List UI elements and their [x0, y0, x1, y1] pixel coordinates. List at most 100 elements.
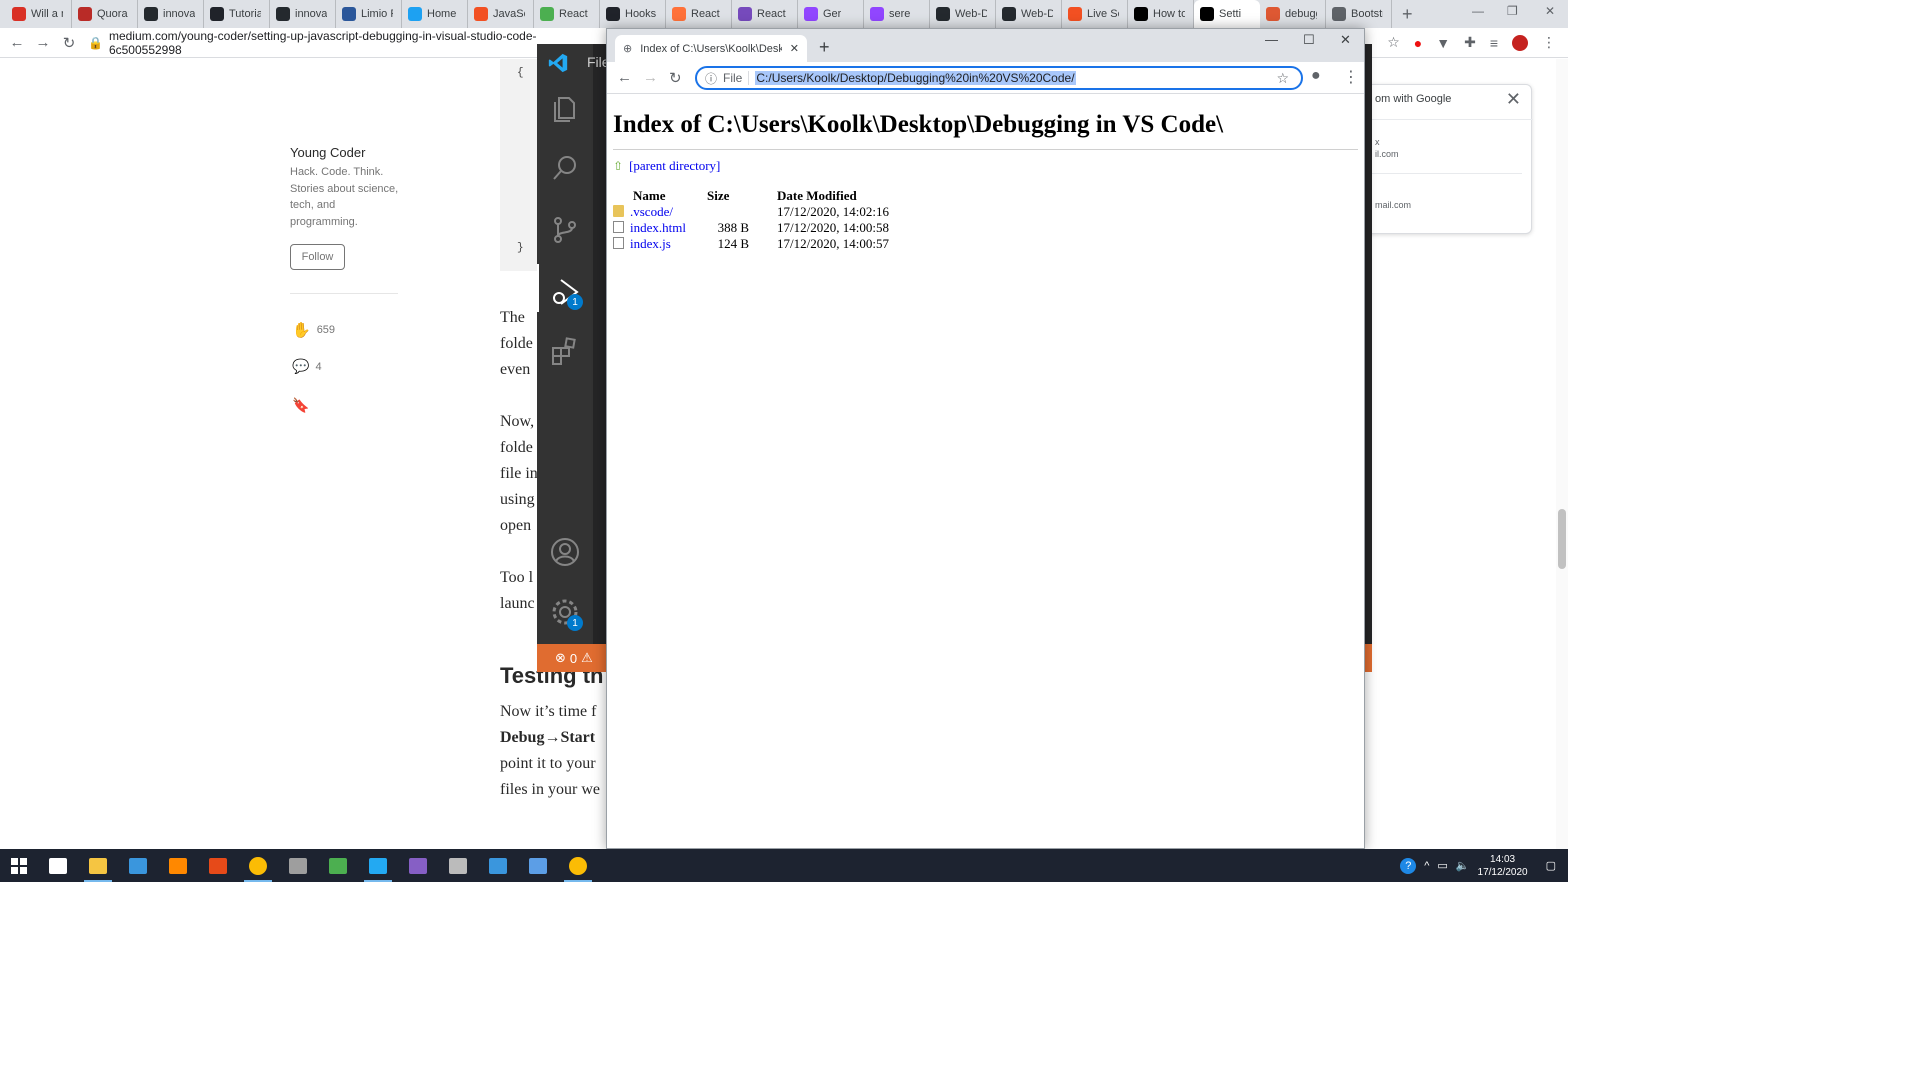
page-scrollbar-thumb[interactable]	[1558, 509, 1566, 569]
file-link[interactable]: index.js	[630, 236, 671, 251]
close-tab-icon[interactable]: ✕	[790, 42, 799, 55]
browser-tab[interactable]: Quora	[72, 0, 138, 28]
new-tab-icon[interactable]: +	[1392, 4, 1423, 25]
column-size[interactable]: Size	[707, 188, 777, 204]
browser-tab[interactable]: Web-D	[930, 0, 996, 28]
forward-icon[interactable]: →	[643, 69, 658, 86]
reading-list-icon[interactable]: ≡	[1490, 35, 1498, 51]
url-text[interactable]: C:/Users/Koolk/Desktop/Debugging%20in%20…	[755, 71, 1076, 85]
taskbar-app[interactable]	[438, 849, 478, 882]
profile-avatar[interactable]	[1512, 34, 1528, 51]
start-button[interactable]	[0, 849, 38, 882]
back-icon[interactable]: ←	[617, 69, 632, 86]
bookmark-button[interactable]: 🔖	[292, 397, 309, 414]
taskbar-app[interactable]	[78, 849, 118, 882]
browser-tab[interactable]: React R	[666, 0, 732, 28]
vivaldi-icon[interactable]: ▼	[1436, 35, 1450, 51]
new-tab-icon[interactable]: +	[819, 37, 830, 58]
browser-tab[interactable]: Tutorial	[204, 0, 270, 28]
taskbar-app[interactable]	[318, 849, 358, 882]
browser-tab[interactable]: Setti	[1194, 0, 1260, 28]
account-email[interactable]: il.com	[1375, 149, 1399, 159]
browser-tab[interactable]: JavaScr	[468, 0, 534, 28]
browser-tab[interactable]: Live Se	[1062, 0, 1128, 28]
taskbar-app[interactable]	[358, 849, 398, 882]
taskbar-app[interactable]	[518, 849, 558, 882]
taskbar-app[interactable]	[398, 849, 438, 882]
parent-directory-link[interactable]: ⇧ [parent directory]	[613, 158, 1358, 174]
comment-button[interactable]: 💬 4	[292, 358, 322, 375]
close-window-icon[interactable]: ✕	[1545, 4, 1555, 18]
file-link[interactable]: .vscode/	[630, 204, 673, 219]
browser-tab[interactable]: How to	[1128, 0, 1194, 28]
account-name[interactable]: x	[1375, 137, 1380, 147]
back-address-bar[interactable]: 🔒 medium.com/young-coder/setting-up-java…	[88, 29, 608, 57]
activity-bar: 1 1	[537, 44, 593, 644]
menu-icon[interactable]: ⋮	[1542, 34, 1556, 51]
account-email-2[interactable]: mail.com	[1375, 200, 1411, 210]
browser-tab[interactable]: Limio P	[336, 0, 402, 28]
browser-tab[interactable]: innovat	[138, 0, 204, 28]
extensions-icon[interactable]: ✚	[1464, 34, 1476, 51]
taskbar-app[interactable]	[158, 849, 198, 882]
taskbar-app[interactable]	[38, 849, 78, 882]
browser-tab[interactable]: debugg	[1260, 0, 1326, 28]
close-window-icon[interactable]: ✕	[1340, 32, 1351, 48]
maximize-icon[interactable]: ☐	[1303, 32, 1315, 48]
error-icon[interactable]: ⊗	[555, 650, 566, 666]
taskbar-app[interactable]	[478, 849, 518, 882]
browser-tab[interactable]: sere	[864, 0, 930, 28]
page-scrollbar[interactable]	[1556, 59, 1568, 849]
notifications-icon[interactable]: ▢	[1546, 859, 1556, 872]
back-icon[interactable]: ←	[4, 34, 30, 51]
reload-icon[interactable]: ↻	[669, 69, 682, 87]
browser-tab[interactable]: React C	[534, 0, 600, 28]
restore-icon[interactable]: ❐	[1507, 4, 1518, 18]
profile-icon[interactable]: ●	[1311, 67, 1321, 85]
explorer-icon[interactable]	[549, 92, 581, 124]
bookmark-star-icon[interactable]: ☆	[1276, 70, 1289, 87]
error-count[interactable]: 0	[570, 651, 577, 666]
taskbar-app[interactable]	[558, 849, 598, 882]
battery-icon[interactable]: ▭	[1437, 859, 1447, 872]
address-bar[interactable]: ⓘ File C:/Users/Koolk/Desktop/Debugging%…	[695, 66, 1303, 90]
browser-tab[interactable]: Home /	[402, 0, 468, 28]
browser-tab[interactable]: Ger	[798, 0, 864, 28]
minimize-icon[interactable]: —	[1472, 4, 1484, 18]
taskbar-app[interactable]	[198, 849, 238, 882]
browser-tab[interactable]: Hooks	[600, 0, 666, 28]
browser-tab[interactable]: React R	[732, 0, 798, 28]
reload-icon[interactable]: ↻	[56, 34, 82, 52]
browser-tab[interactable]: Will a n	[6, 0, 72, 28]
chevron-up-icon[interactable]: ^	[1424, 860, 1429, 872]
column-date[interactable]: Date Modified	[777, 188, 897, 204]
bookmark-star-icon[interactable]: ☆	[1387, 34, 1400, 51]
accounts-icon[interactable]	[549, 536, 581, 568]
help-icon[interactable]: ?	[1400, 857, 1417, 874]
clock[interactable]: 14:03 17/12/2020	[1478, 853, 1528, 879]
menu-icon[interactable]: ⋮	[1343, 67, 1359, 87]
directory-tab[interactable]: ⊕ Index of C:\Users\Koolk\Desktop ✕	[615, 35, 807, 62]
extensions-icon[interactable]	[549, 336, 581, 368]
file-link[interactable]: index.html	[630, 220, 686, 235]
volume-icon[interactable]: 🔈	[1456, 859, 1470, 872]
info-icon[interactable]: ⓘ	[705, 70, 717, 87]
clap-button[interactable]: ✋ 659	[292, 321, 335, 339]
opera-icon[interactable]: ●	[1414, 35, 1422, 51]
search-icon[interactable]	[549, 152, 581, 184]
source-control-icon[interactable]	[549, 214, 581, 246]
parent-link-text[interactable]: [parent directory]	[629, 158, 720, 174]
taskbar-app[interactable]	[238, 849, 278, 882]
author-name[interactable]: Young Coder	[290, 145, 365, 160]
browser-tab[interactable]: Bootstr	[1326, 0, 1392, 28]
column-name[interactable]: Name	[613, 188, 707, 204]
warning-icon[interactable]: ⚠	[581, 650, 593, 666]
browser-tab[interactable]: innovat	[270, 0, 336, 28]
forward-icon[interactable]: →	[30, 34, 56, 51]
follow-button[interactable]: Follow	[290, 244, 345, 270]
taskbar-app[interactable]	[118, 849, 158, 882]
browser-tab[interactable]: Web-D	[996, 0, 1062, 28]
minimize-icon[interactable]: —	[1265, 32, 1278, 47]
taskbar-app[interactable]	[278, 849, 318, 882]
close-icon[interactable]: ✕	[1506, 89, 1521, 110]
